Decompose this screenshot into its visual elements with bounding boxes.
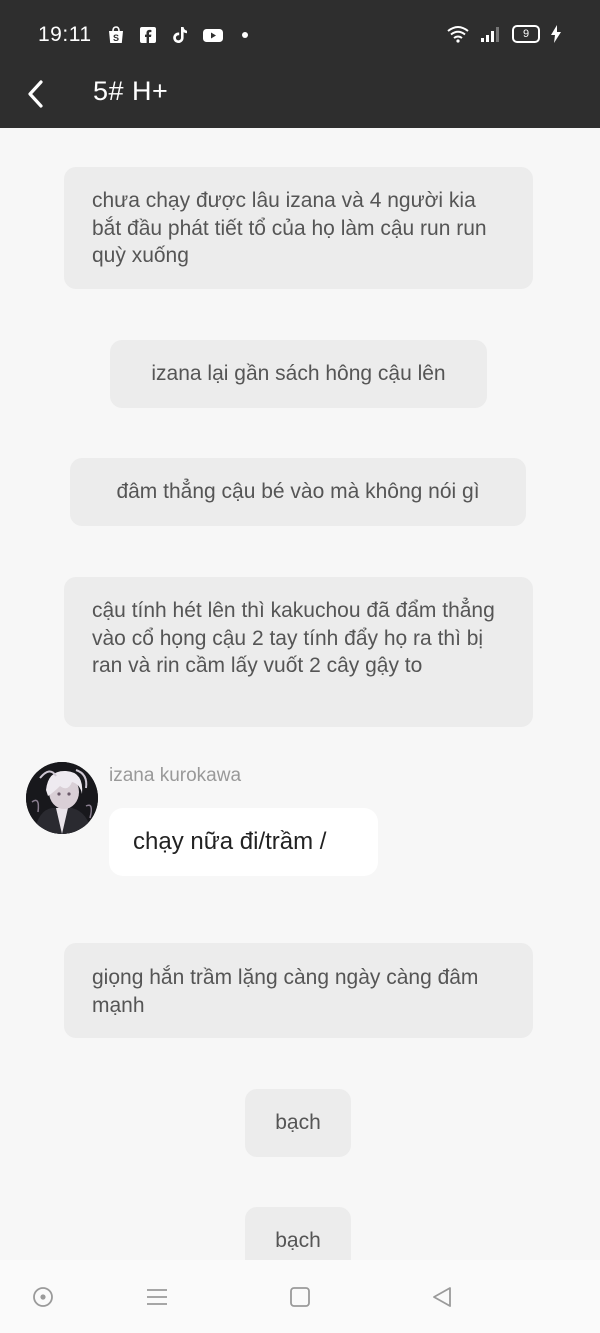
- status-system-icons: 9: [446, 25, 562, 43]
- narration-message: đâm thẳng cậu bé vào mà không nói gì: [70, 458, 526, 526]
- back-triangle-icon[interactable]: [429, 1284, 455, 1310]
- circle-dot-icon[interactable]: [30, 1284, 56, 1310]
- wifi-icon: [447, 26, 469, 43]
- narration-message: cậu tính hét lên thì kakuchou đã đẩm thẳ…: [64, 577, 533, 727]
- narration-message: izana lại gần sách hông cậu lên: [110, 340, 487, 408]
- facebook-icon: [140, 27, 156, 43]
- tiktok-icon: [173, 27, 187, 43]
- narration-message: bạch: [245, 1207, 351, 1260]
- back-button[interactable]: [14, 74, 58, 114]
- chat-header: 5# H+: [0, 72, 600, 128]
- battery-level: 9: [522, 28, 530, 40]
- status-bar: 19:11 S 9: [0, 0, 600, 72]
- chevron-left-icon: [28, 80, 43, 108]
- avatar-image: [26, 762, 98, 834]
- chat-title: 5# H+: [93, 76, 169, 106]
- status-time: 19:11: [38, 23, 92, 46]
- battery-icon: 9: [512, 25, 540, 43]
- chat-area[interactable]: chưa chạy được lâu izana và 4 người kia …: [0, 128, 600, 1260]
- square-icon[interactable]: [287, 1284, 313, 1310]
- svg-text:S: S: [113, 33, 119, 43]
- narration-message: bạch: [245, 1089, 351, 1157]
- narration-message: giọng hắn trầm lặng càng ngày càng đâm m…: [64, 943, 533, 1038]
- signal-icon: [481, 27, 499, 42]
- avatar[interactable]: [26, 762, 98, 834]
- notification-dot-icon: [242, 32, 248, 38]
- menu-icon[interactable]: [144, 1284, 170, 1310]
- youtube-icon: [203, 29, 223, 42]
- system-nav-bar: [0, 1260, 600, 1333]
- narration-message: chưa chạy được lâu izana và 4 người kia …: [64, 167, 533, 289]
- sender-name: izana kurokawa: [109, 765, 242, 786]
- character-message-bubble: chạy nữa đi/trầm /: [109, 808, 378, 876]
- charging-icon: [551, 25, 561, 43]
- shopee-icon: S: [109, 26, 123, 43]
- status-app-icons: S: [106, 25, 248, 45]
